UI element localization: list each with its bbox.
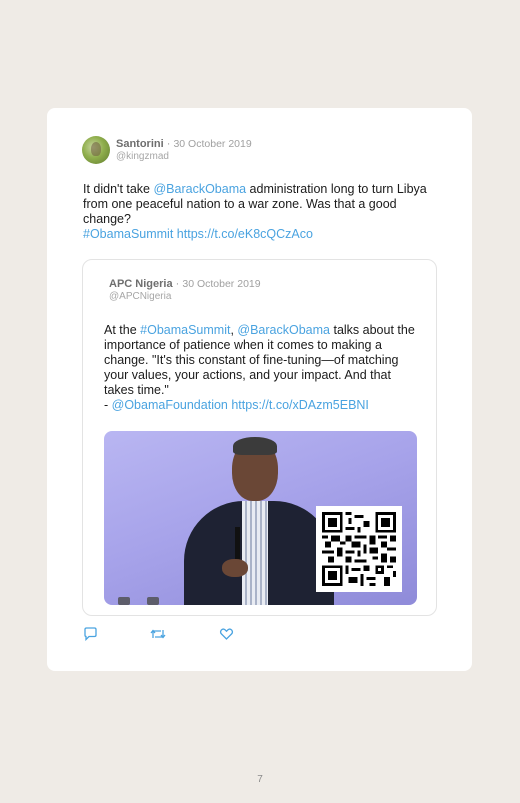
quoted-tweet-date[interactable]: 30 October 2019 [182,278,260,290]
photo-person-hand [222,559,248,577]
qr-code[interactable] [316,506,402,592]
tweet-media-photo[interactable] [104,431,417,605]
tweet-actions [83,627,243,643]
heart-icon-svg [219,628,234,640]
tweet-text: It didn't take @BarackObama administrati… [83,182,433,242]
page-number: 7 [257,774,263,785]
heart-icon[interactable] [219,627,234,641]
tweet-header: Santorini · 30 October 2019 [116,138,252,150]
author-handle[interactable]: @kingzmad [116,151,169,162]
author-name[interactable]: Santorini [116,138,164,150]
quoted-text-part: At the [104,323,141,337]
reply-icon-svg [84,627,97,642]
tweet-text-part: It didn't take [83,182,154,196]
photo-microphone [235,527,240,561]
url-link[interactable]: https://t.co/eK8cQCzAco [177,227,313,241]
retweet-icon-svg [150,629,166,639]
tweet-date[interactable]: 30 October 2019 [173,138,251,150]
quoted-tweet[interactable]: APC Nigeria · 30 October 2019 @APCNigeri… [82,259,437,616]
qr-code-icon [322,512,396,586]
mention-link[interactable]: @BarackObama [237,323,330,337]
tweet-card: Santorini · 30 October 2019 @kingzmad It… [47,108,472,671]
hashtag-link[interactable]: #ObamaSummit [140,323,230,337]
photo-stage-light [118,597,130,605]
reply-icon[interactable] [83,627,98,642]
photo-person-shirt [242,501,268,605]
quoted-tweet-text: At the #ObamaSummit, @BarackObama talks … [104,323,422,413]
url-link[interactable]: https://t.co/xDAzm5EBNI [231,398,369,412]
mention-link[interactable]: @BarackObama [153,182,246,196]
header-separator: · [172,278,183,290]
mention-link[interactable]: @ObamaFoundation [112,398,228,412]
hashtag-link[interactable]: #ObamaSummit [83,227,173,241]
header-separator: · [163,138,174,150]
retweet-icon[interactable] [150,627,166,641]
quoted-text-part: - [104,398,112,412]
quoted-author-name[interactable]: APC Nigeria [109,278,173,290]
avatar[interactable] [82,136,110,164]
photo-stage-light [147,597,159,605]
quoted-author-handle[interactable]: @APCNigeria [109,291,171,302]
quoted-tweet-header: APC Nigeria · 30 October 2019 [109,278,261,290]
photo-person-hair [233,437,277,455]
